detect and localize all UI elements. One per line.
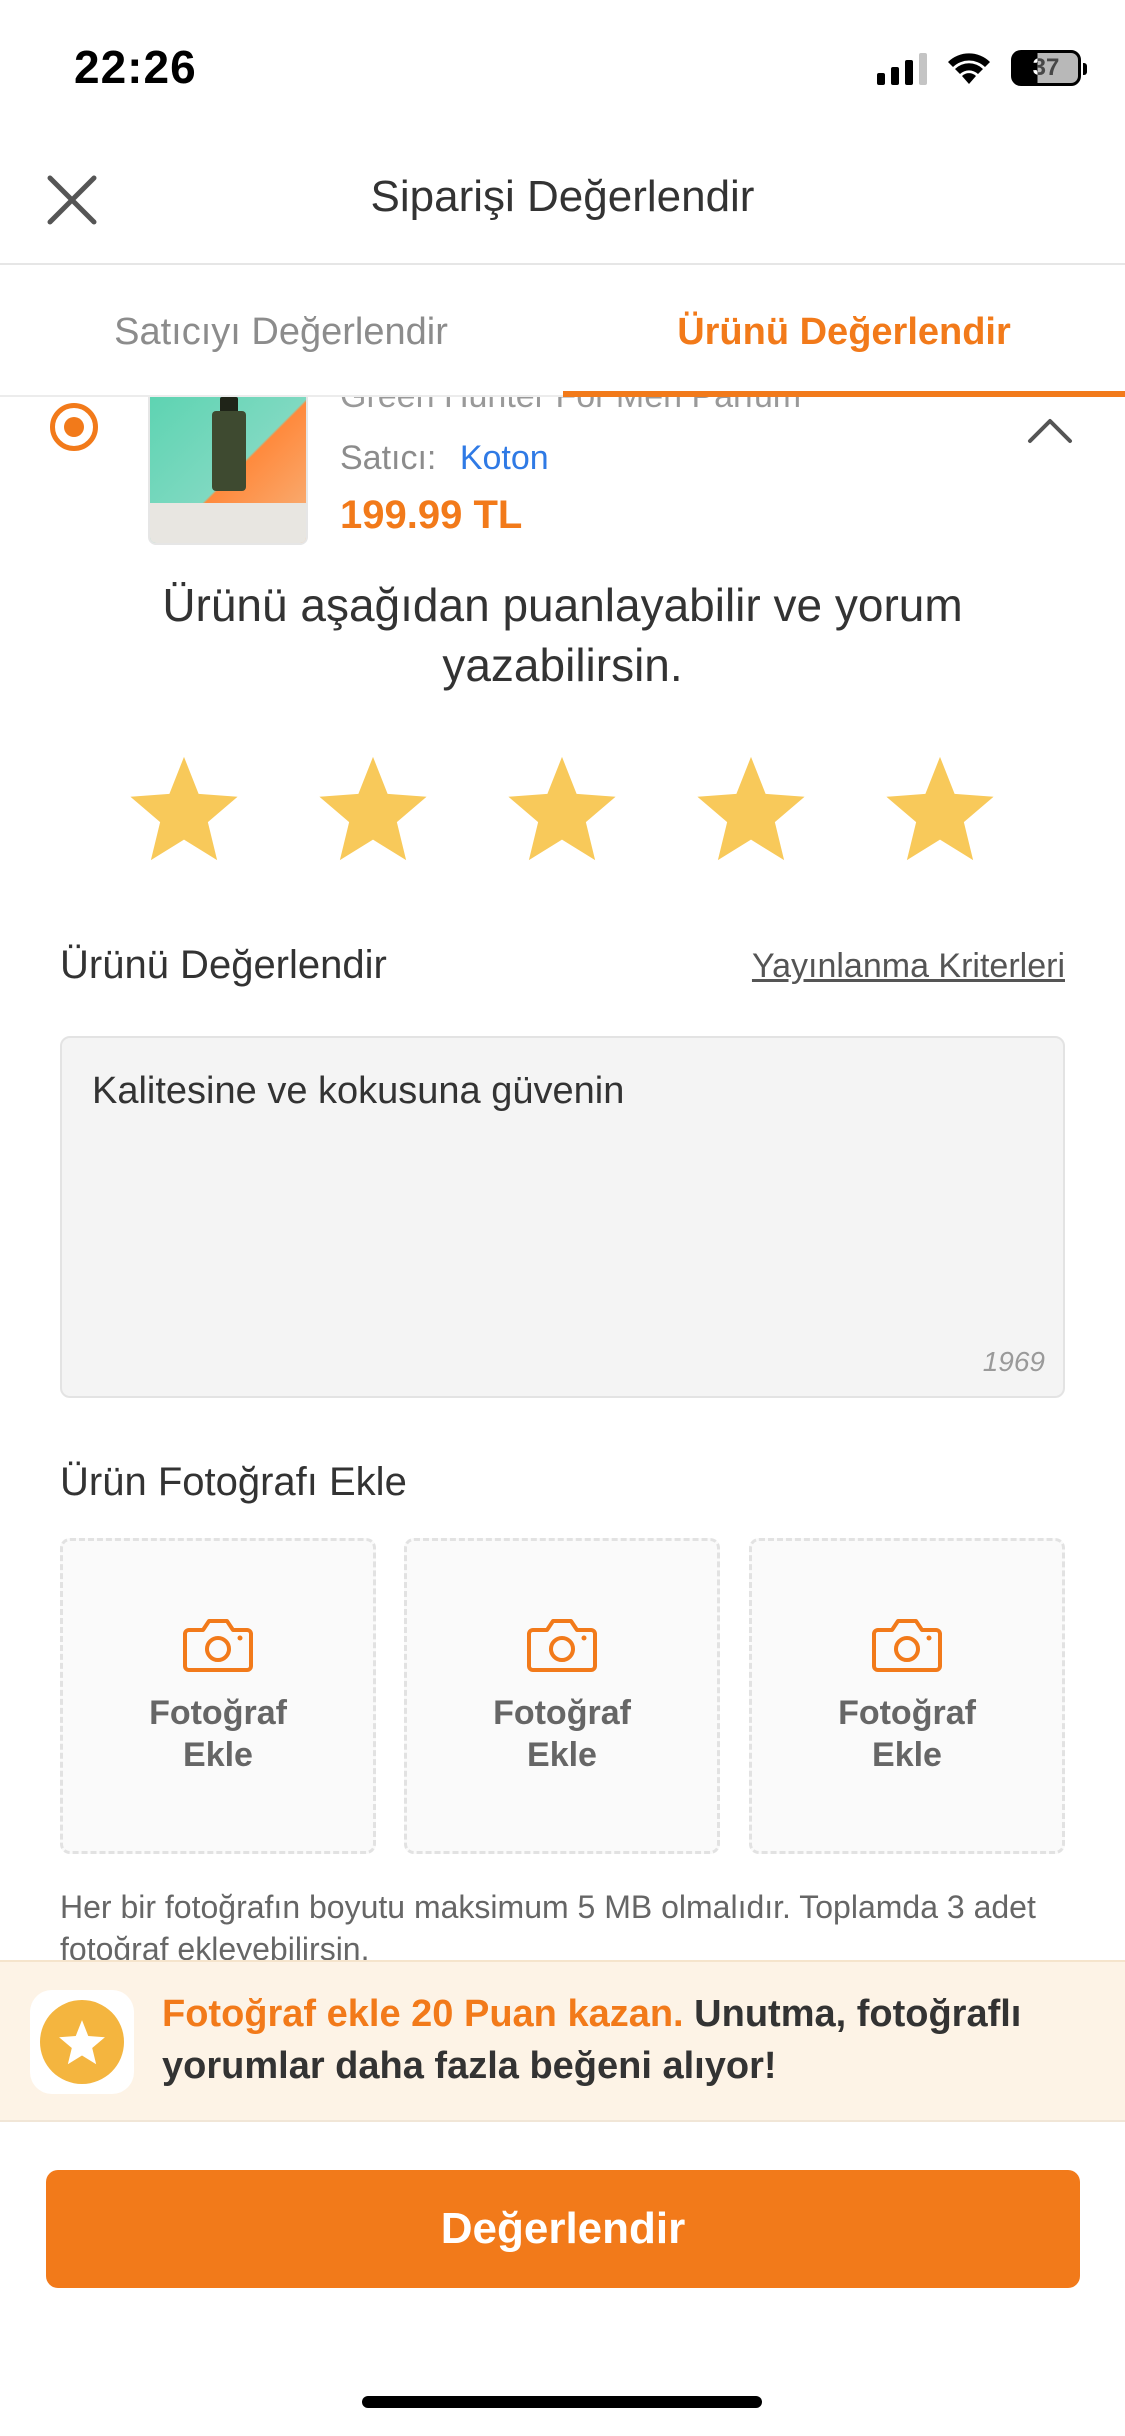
collapse-button[interactable] — [1025, 409, 1075, 449]
star-rating[interactable] — [0, 752, 1125, 872]
photo-size-note: Her bir fotoğrafın boyutu maksimum 5 MB … — [60, 1889, 1036, 1960]
comment-textarea[interactable]: Kalitesine ve kokusuna güvenin 1969 — [60, 1036, 1065, 1398]
home-indicator — [362, 2396, 762, 2408]
comment-text: Kalitesine ve kokusuna güvenin — [92, 1070, 625, 1112]
tab-bar: Satıcıyı Değerlendir Ürünü Değerlendir — [0, 267, 1125, 397]
star-3[interactable] — [502, 752, 622, 864]
camera-icon — [183, 1619, 253, 1672]
header: Siparişi Değerlendir — [0, 140, 1125, 265]
photo-section-title: Ürün Fotoğrafı Ekle — [60, 1460, 407, 1504]
page-title: Siparişi Değerlendir — [370, 172, 755, 221]
chevron-up-icon — [1028, 419, 1072, 443]
character-counter: 1969 — [982, 1346, 1045, 1377]
add-photo-slot-2[interactable]: Fotoğraf Ekle — [404, 1538, 720, 1854]
star-5[interactable] — [880, 752, 1000, 864]
promo-highlight: Fotoğraf ekle 20 Puan kazan. — [162, 1993, 684, 2035]
promo-message: Fotoğraf ekle 20 Puan kazan. Unutma, fot… — [162, 1988, 1092, 2092]
submit-review-button[interactable]: Değerlendir — [46, 2170, 1080, 2288]
camera-icon — [872, 1619, 942, 1672]
cellular-signal-icon — [877, 51, 927, 85]
battery-percent: 37 — [1032, 54, 1060, 81]
product-image — [148, 397, 308, 545]
camera-icon — [527, 1619, 597, 1672]
product-radio-button[interactable] — [50, 403, 98, 451]
product-row[interactable]: Green Hunter For Men Parfüm Satıcı: Koto… — [0, 397, 1125, 557]
star-2[interactable] — [313, 752, 433, 864]
radio-selected-dot — [64, 417, 84, 437]
seller-info: Satıcı: Koton — [340, 439, 549, 478]
tab-rate-product[interactable]: Ürünü Değerlendir — [563, 267, 1125, 397]
review-section-title: Ürünü Değerlendir — [60, 943, 387, 987]
seller-label: Satıcı: — [340, 439, 437, 477]
seller-link[interactable]: Koton — [460, 439, 549, 477]
rating-prompt: Ürünü aşağıdan puanlayabilir ve yorum ya… — [162, 579, 963, 691]
product-name: Green Hunter For Men Parfüm — [340, 397, 801, 416]
status-time: 22:26 — [74, 41, 197, 93]
product-price: 199.99 TL — [340, 493, 523, 537]
battery-icon: 37 — [1011, 50, 1087, 86]
status-bar: 22:26 37 — [0, 0, 1125, 140]
add-photo-slot-3[interactable]: Fotoğraf Ekle — [749, 1538, 1065, 1854]
star-1[interactable] — [124, 752, 244, 864]
add-photo-slot-1[interactable]: Fotoğraf Ekle — [60, 1538, 376, 1854]
star-4[interactable] — [691, 752, 811, 864]
star-badge-icon — [59, 2020, 105, 2065]
points-badge — [30, 1990, 134, 2094]
wifi-icon — [948, 53, 990, 84]
publishing-criteria-link[interactable]: Yayınlanma Kriterleri — [752, 947, 1065, 986]
add-photo-label: Fotoğraf Ekle — [149, 1694, 287, 1774]
add-photo-label: Fotoğraf Ekle — [838, 1694, 976, 1774]
photo-points-banner: Fotoğraf ekle 20 Puan kazan. Unutma, fot… — [0, 1960, 1125, 2122]
add-photo-label: Fotoğraf Ekle — [493, 1694, 631, 1774]
tab-rate-seller[interactable]: Satıcıyı Değerlendir — [0, 267, 562, 397]
status-icons: 37 — [877, 50, 1087, 86]
